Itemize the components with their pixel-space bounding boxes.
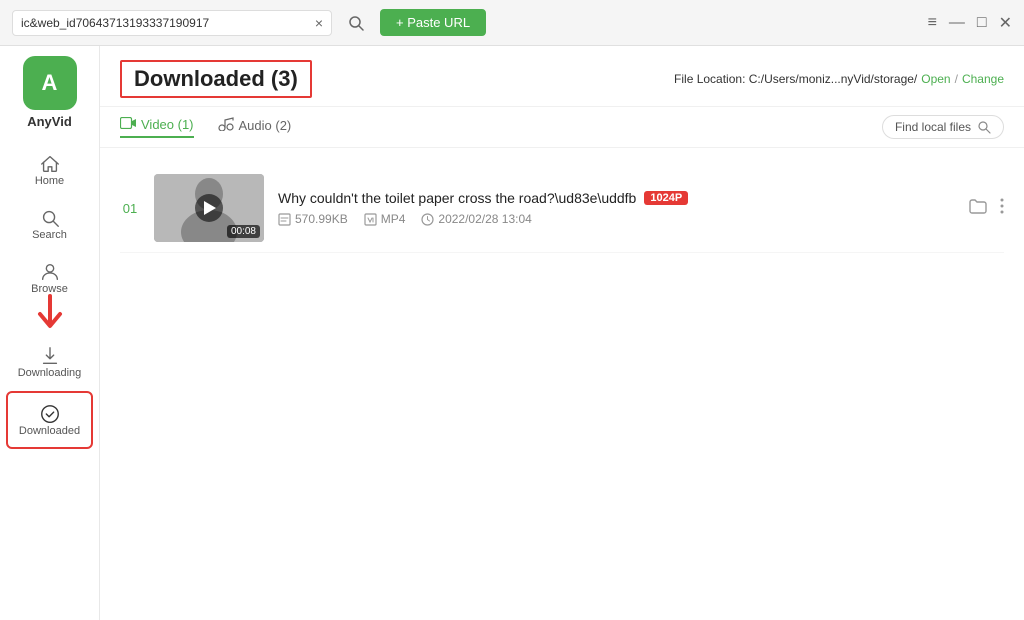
audio-tab-icon xyxy=(218,117,234,134)
app-logo: A xyxy=(23,56,77,110)
item-number: 01 xyxy=(120,201,140,216)
title-bar: ic&web_id70643713193337190917 × + Paste … xyxy=(0,0,1024,46)
downloading-label: Downloading xyxy=(18,367,82,379)
app-name: AnyVid xyxy=(27,114,72,129)
sidebar-item-downloading[interactable]: Downloading xyxy=(0,335,99,389)
sidebar-item-home[interactable]: Home xyxy=(0,143,99,197)
format-icon xyxy=(364,213,377,226)
separator: / xyxy=(955,72,958,86)
main-layout: A AnyVid Home Search Browse xyxy=(0,46,1024,620)
downloading-icon xyxy=(39,345,61,367)
video-actions xyxy=(968,197,1004,220)
search-nav-icon xyxy=(39,207,61,229)
find-local-files-button[interactable]: Find local files xyxy=(882,115,1004,139)
search-icon xyxy=(348,15,364,31)
change-location-link[interactable]: Change xyxy=(962,72,1004,86)
home-icon xyxy=(39,153,61,175)
video-title-row: Why couldn't the toilet paper cross the … xyxy=(278,190,954,206)
tab-close-icon[interactable]: × xyxy=(315,15,323,31)
search-icon-button[interactable] xyxy=(340,7,372,39)
video-thumbnail[interactable]: 00:08 xyxy=(154,174,264,242)
tab-video[interactable]: Video (1) xyxy=(120,116,194,138)
sidebar-item-downloaded[interactable]: Downloaded xyxy=(6,391,93,449)
downloaded-title: Downloaded (3) xyxy=(120,60,312,98)
window-minimize-icon[interactable]: — xyxy=(949,14,965,32)
downloaded-icon xyxy=(39,403,61,425)
audio-tab-label: Audio (2) xyxy=(239,118,292,133)
play-icon xyxy=(204,201,216,215)
sidebar-item-search[interactable]: Search xyxy=(0,197,99,251)
table-row: 01 00:08 xyxy=(120,164,1004,253)
video-meta: 570.99KB MP4 xyxy=(278,212,954,226)
window-menu-icon[interactable]: ≡ xyxy=(928,14,937,32)
paste-url-button[interactable]: + Paste URL xyxy=(380,9,486,36)
file-size-meta: 570.99KB xyxy=(278,212,348,226)
date-icon xyxy=(421,213,434,226)
video-title: Why couldn't the toilet paper cross the … xyxy=(278,190,636,206)
find-local-search-icon xyxy=(977,120,991,134)
search-label: Search xyxy=(32,229,67,241)
format-value: MP4 xyxy=(381,212,406,226)
video-tab-label: Video (1) xyxy=(141,117,194,132)
tab-audio[interactable]: Audio (2) xyxy=(218,117,292,138)
file-size-value: 570.99KB xyxy=(295,212,348,226)
filesize-icon xyxy=(278,213,291,226)
find-local-label: Find local files xyxy=(895,120,971,134)
home-label: Home xyxy=(35,175,64,187)
date-value: 2022/02/28 13:04 xyxy=(438,212,531,226)
window-controls: ≡ — □ ✕ xyxy=(928,13,1012,33)
quality-badge: 1024P xyxy=(644,191,688,205)
nav-arrow xyxy=(36,294,64,335)
tab-bar: Video (1) Audio (2) Find local files xyxy=(100,107,1024,148)
file-location: File Location: C:/Users/moniz...nyVid/st… xyxy=(674,72,1004,86)
duration-badge: 00:08 xyxy=(227,225,260,238)
open-folder-button[interactable] xyxy=(968,197,988,220)
window-maximize-icon[interactable]: □ xyxy=(977,14,987,32)
url-tab-text: ic&web_id70643713193337190917 xyxy=(21,16,309,30)
file-location-path: File Location: C:/Users/moniz...nyVid/st… xyxy=(674,72,917,86)
video-tab-icon xyxy=(120,116,136,132)
url-tab[interactable]: ic&web_id70643713193337190917 × xyxy=(12,10,332,36)
sidebar: A AnyVid Home Search Browse xyxy=(0,46,100,620)
content-header: Downloaded (3) File Location: C:/Users/m… xyxy=(100,46,1024,107)
video-info: Why couldn't the toilet paper cross the … xyxy=(278,190,954,226)
downloaded-label: Downloaded xyxy=(19,425,80,437)
sidebar-item-browse[interactable]: Browse xyxy=(0,251,99,305)
play-button[interactable] xyxy=(195,194,223,222)
video-list: 01 00:08 xyxy=(100,148,1024,620)
window-close-icon[interactable]: ✕ xyxy=(999,13,1012,33)
open-location-link[interactable]: Open xyxy=(921,72,950,86)
format-meta: MP4 xyxy=(364,212,406,226)
content-area: Downloaded (3) File Location: C:/Users/m… xyxy=(100,46,1024,620)
browse-icon xyxy=(39,261,61,283)
logo-letter: A xyxy=(42,70,58,96)
more-options-button[interactable] xyxy=(1000,197,1004,220)
date-meta: 2022/02/28 13:04 xyxy=(421,212,531,226)
